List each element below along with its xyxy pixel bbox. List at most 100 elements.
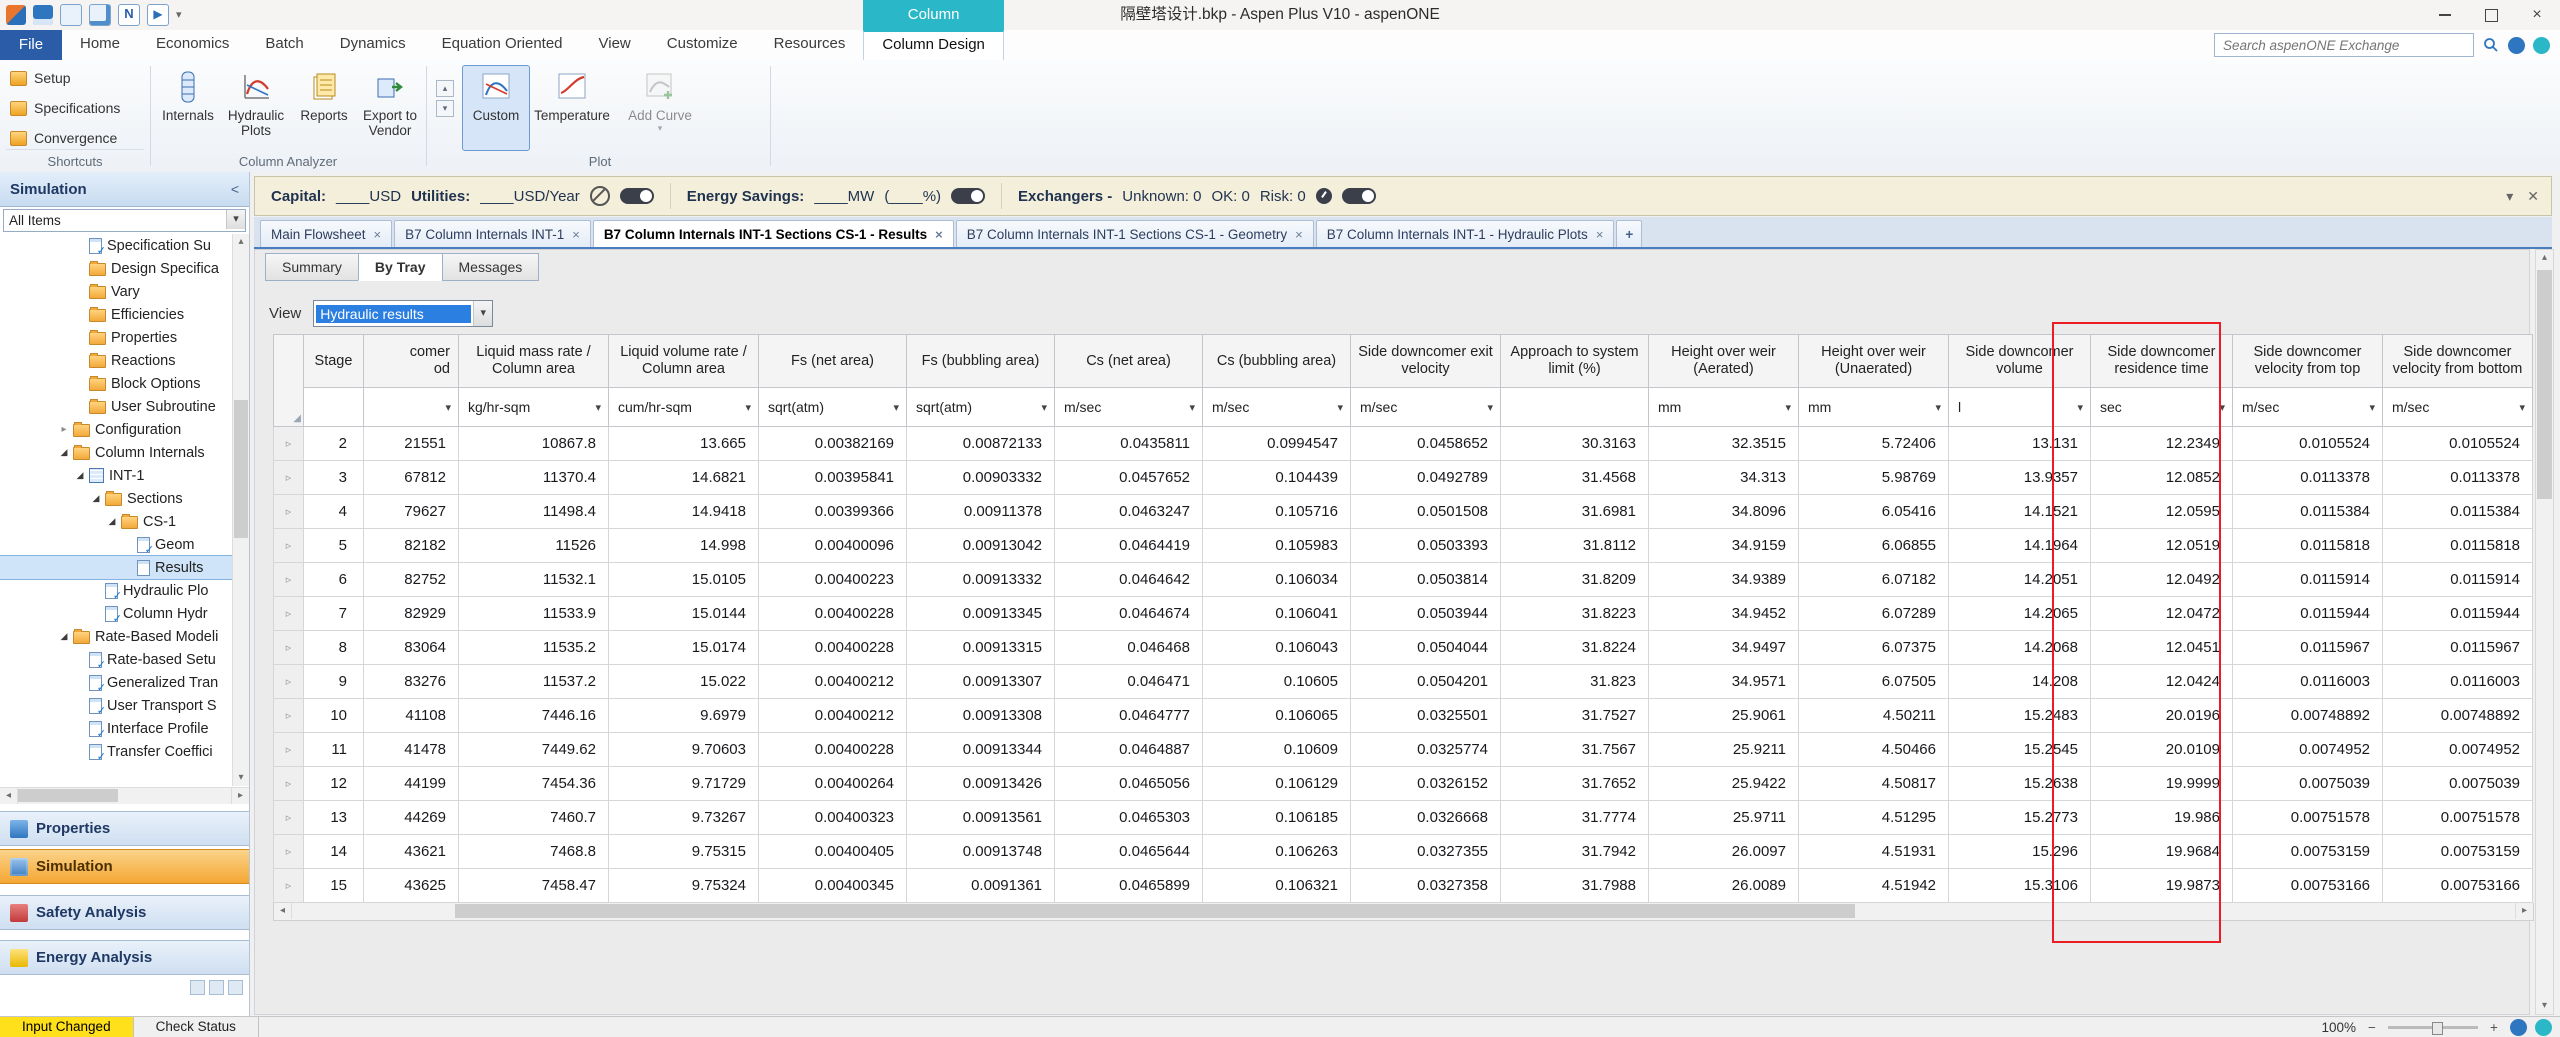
value-cell[interactable]: 15.2773 [1948, 800, 2091, 835]
zoom-slider[interactable] [2388, 1021, 2478, 1035]
stage-cell[interactable]: 12 [303, 766, 364, 801]
value-cell[interactable]: 4.50466 [1798, 732, 1949, 767]
chevron-down-icon[interactable]: ▾ [1487, 401, 1493, 414]
stage-cell[interactable]: 9 [303, 664, 364, 699]
document-tab[interactable]: Main Flowsheet × [260, 220, 393, 247]
collapse-sidebar-icon[interactable]: < [231, 181, 239, 197]
value-cell[interactable]: 31.7527 [1500, 698, 1649, 733]
value-cell[interactable]: 0.00913748 [906, 834, 1055, 869]
value-cell[interactable]: 0.0464642 [1054, 562, 1203, 597]
value-cell[interactable]: 5.72406 [1798, 426, 1949, 461]
value-cell[interactable]: 0.0075039 [2232, 766, 2383, 801]
value-cell[interactable]: 0.00913345 [906, 596, 1055, 631]
value-cell[interactable]: 43621 [363, 834, 459, 869]
stage-cell[interactable]: 15 [303, 868, 364, 903]
value-cell[interactable]: 0.00400096 [758, 528, 907, 563]
value-cell[interactable]: 15.0174 [608, 630, 759, 665]
value-cell[interactable]: 0.0113378 [2382, 460, 2533, 495]
value-cell[interactable]: 0.106034 [1202, 562, 1351, 597]
value-cell[interactable]: 14.2051 [1948, 562, 2091, 597]
value-cell[interactable]: 0.00400228 [758, 596, 907, 631]
value-cell[interactable]: 0.00400212 [758, 698, 907, 733]
value-cell[interactable]: 82752 [363, 562, 459, 597]
value-cell[interactable]: 13.131 [1948, 426, 2091, 461]
value-cell[interactable]: 44199 [363, 766, 459, 801]
value-cell[interactable]: 0.0465899 [1054, 868, 1203, 903]
unit-selector[interactable]: ▾ [363, 387, 459, 427]
tree-vertical-scrollbar[interactable]: ▴ ▾ [232, 234, 249, 786]
value-cell[interactable]: 12.0424 [2090, 664, 2233, 699]
value-cell[interactable]: 34.9571 [1648, 664, 1799, 699]
tree-horizontal-scrollbar[interactable]: ◂ ▸ [0, 787, 249, 804]
chevron-down-icon[interactable]: ▾ [2219, 401, 2225, 414]
value-cell[interactable]: 0.00400228 [758, 630, 907, 665]
stage-cell[interactable]: 10 [303, 698, 364, 733]
value-cell[interactable]: 0.0503393 [1350, 528, 1501, 563]
value-cell[interactable]: 25.9711 [1648, 800, 1799, 835]
value-cell[interactable]: 0.00913308 [906, 698, 1055, 733]
value-cell[interactable]: 7449.62 [458, 732, 609, 767]
maximize-button[interactable] [2468, 0, 2514, 30]
value-cell[interactable]: 7458.47 [458, 868, 609, 903]
column-header-height-over-weir-aerated[interactable]: Height over weir (Aerated) [1648, 334, 1799, 388]
tree-expanded-icon[interactable]: ◢ [88, 493, 104, 504]
value-cell[interactable]: 9.6979 [608, 698, 759, 733]
value-cell[interactable]: 0.0326668 [1350, 800, 1501, 835]
value-cell[interactable]: 11498.4 [458, 494, 609, 529]
value-cell[interactable]: 9.70603 [608, 732, 759, 767]
value-cell[interactable]: 0.106321 [1202, 868, 1351, 903]
value-cell[interactable]: 31.8209 [1500, 562, 1649, 597]
ribbon-tab-customize[interactable]: Customize [649, 30, 756, 60]
column-header-liquid-mass-rate-column-area[interactable]: Liquid mass rate / Column area [458, 334, 609, 388]
zoom-slider-thumb[interactable] [2432, 1021, 2443, 1035]
column-header-stage[interactable]: Stage [303, 334, 364, 388]
value-cell[interactable]: 0.10605 [1202, 664, 1351, 699]
value-cell[interactable]: 12.2349 [2090, 426, 2233, 461]
value-cell[interactable]: 0.0501508 [1350, 494, 1501, 529]
reports-button[interactable]: Reports [290, 65, 358, 151]
column-header-side-downcomer-velocity-from-top[interactable]: Side downcomer velocity from top [2232, 334, 2383, 388]
value-cell[interactable]: 21551 [363, 426, 459, 461]
value-cell[interactable]: 0.106263 [1202, 834, 1351, 869]
value-cell[interactable]: 32.3515 [1648, 426, 1799, 461]
close-icon[interactable]: ✕ [2527, 188, 2539, 205]
value-cell[interactable]: 0.0492789 [1350, 460, 1501, 495]
value-cell[interactable]: 13.665 [608, 426, 759, 461]
value-cell[interactable]: 31.7774 [1500, 800, 1649, 835]
gallery-up-button[interactable]: ▴ [436, 80, 454, 97]
nav-energy-analysis-button[interactable]: Energy Analysis [0, 940, 249, 975]
value-cell[interactable]: 41108 [363, 698, 459, 733]
ribbon-tab-dynamics[interactable]: Dynamics [322, 30, 424, 60]
value-cell[interactable]: 0.00400212 [758, 664, 907, 699]
value-cell[interactable]: 0.0115914 [2382, 562, 2533, 597]
value-cell[interactable]: 14.6821 [608, 460, 759, 495]
value-cell[interactable]: 14.1521 [1948, 494, 2091, 529]
value-cell[interactable]: 0.00913561 [906, 800, 1055, 835]
tree-expanded-icon[interactable]: ◢ [56, 631, 72, 642]
stage-cell[interactable]: 3 [303, 460, 364, 495]
chevron-down-icon[interactable]: ▾ [1189, 401, 1195, 414]
row-selector[interactable]: ▹ [273, 494, 304, 529]
value-cell[interactable]: 12.0595 [2090, 494, 2233, 529]
value-cell[interactable]: 0.00400223 [758, 562, 907, 597]
value-cell[interactable]: 0.0465056 [1054, 766, 1203, 801]
value-cell[interactable]: 34.9389 [1648, 562, 1799, 597]
scroll-right-icon[interactable]: ▸ [2515, 903, 2533, 919]
value-cell[interactable]: 0.00911378 [906, 494, 1055, 529]
row-selector[interactable]: ▹ [273, 460, 304, 495]
value-cell[interactable]: 0.00913042 [906, 528, 1055, 563]
value-cell[interactable]: 0.00753166 [2232, 868, 2383, 903]
tree-item-properties[interactable]: Properties [0, 326, 233, 349]
unit-selector[interactable]: sqrt(atm) ▾ [906, 387, 1055, 427]
tree-item-column-hydr[interactable]: ✓ Column Hydr [0, 602, 233, 625]
value-cell[interactable]: 0.0465644 [1054, 834, 1203, 869]
scrollbar-thumb[interactable] [454, 904, 1856, 918]
subtab-messages[interactable]: Messages [441, 253, 540, 281]
value-cell[interactable]: 0.00913332 [906, 562, 1055, 597]
value-cell[interactable]: 0.105716 [1202, 494, 1351, 529]
ribbon-tab-column-design[interactable]: Column Design [863, 30, 1004, 60]
value-cell[interactable]: 7460.7 [458, 800, 609, 835]
value-cell[interactable]: 34.9497 [1648, 630, 1799, 665]
value-cell[interactable]: 0.00913344 [906, 732, 1055, 767]
value-cell[interactable]: 6.05416 [1798, 494, 1949, 529]
